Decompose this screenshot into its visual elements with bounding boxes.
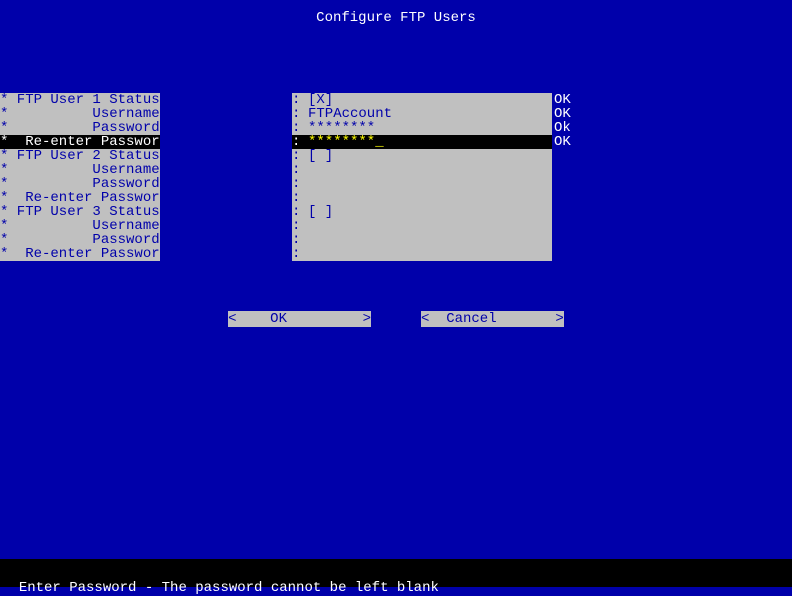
spacer bbox=[160, 177, 292, 191]
spacer bbox=[160, 93, 292, 107]
colon: : bbox=[292, 163, 304, 177]
form-row: * Username : bbox=[0, 219, 571, 233]
spacer bbox=[160, 149, 292, 163]
field-value[interactable]: ********_ bbox=[304, 135, 552, 149]
ok-button[interactable]: < OK > bbox=[228, 311, 371, 327]
field-value[interactable] bbox=[304, 219, 552, 233]
field-value[interactable]: [ ] bbox=[304, 205, 552, 219]
colon: : bbox=[292, 177, 304, 191]
spacer bbox=[160, 191, 292, 205]
form-row: * Re-enter Password : bbox=[0, 247, 571, 261]
field-label: * FTP User 2 Status bbox=[0, 149, 160, 163]
spacer bbox=[160, 107, 292, 121]
colon: : bbox=[292, 205, 304, 219]
field-status: OK bbox=[552, 107, 571, 121]
form-row: * FTP User 1 Status :[X]OK bbox=[0, 93, 571, 107]
field-value[interactable]: [X] bbox=[304, 93, 552, 107]
colon: : bbox=[292, 135, 304, 149]
form-row: * Re-enter Password :********_OK bbox=[0, 135, 571, 149]
spacer bbox=[160, 247, 292, 261]
field-status bbox=[552, 177, 554, 191]
colon: : bbox=[292, 247, 304, 261]
field-value[interactable] bbox=[304, 191, 552, 205]
field-label: * Re-enter Password bbox=[0, 191, 160, 205]
header: Configure FTP Users bbox=[0, 0, 792, 53]
colon: : bbox=[292, 219, 304, 233]
form-row: * Password :********Ok bbox=[0, 121, 571, 135]
spacer bbox=[160, 205, 292, 219]
field-label: * Username bbox=[0, 163, 160, 177]
field-status: Ok bbox=[552, 121, 571, 135]
field-status: OK bbox=[552, 93, 571, 107]
colon: : bbox=[292, 191, 304, 205]
spacer bbox=[160, 135, 292, 149]
status-bar: Enter Password - The password cannot be … bbox=[0, 559, 792, 587]
spacer bbox=[160, 163, 292, 177]
field-value[interactable]: FTPAccount bbox=[304, 107, 552, 121]
field-value[interactable]: ******** bbox=[304, 121, 552, 135]
field-label: * Re-enter Password bbox=[0, 247, 160, 261]
form-row: * Username : bbox=[0, 163, 571, 177]
field-label: * FTP User 3 Status bbox=[0, 205, 160, 219]
field-status bbox=[552, 163, 554, 177]
form-row: * Re-enter Password : bbox=[0, 191, 571, 205]
button-bar: < OK > < Cancel > bbox=[0, 311, 792, 327]
field-value[interactable]: [ ] bbox=[304, 149, 552, 163]
field-status bbox=[552, 191, 554, 205]
field-label: * Re-enter Password bbox=[0, 135, 160, 149]
form-row: * Password : bbox=[0, 233, 571, 247]
field-value[interactable] bbox=[304, 177, 552, 191]
field-label: * FTP User 1 Status bbox=[0, 93, 160, 107]
field-label: * Username bbox=[0, 107, 160, 121]
field-label: * Password bbox=[0, 121, 160, 135]
form-row: * Password : bbox=[0, 177, 571, 191]
colon: : bbox=[292, 93, 304, 107]
status-text: Enter Password - The password cannot be … bbox=[19, 580, 439, 596]
spacer bbox=[160, 219, 292, 233]
field-label: * Password bbox=[0, 177, 160, 191]
field-value[interactable] bbox=[304, 163, 552, 177]
spacer bbox=[160, 121, 292, 135]
form-row: * Username :FTPAccountOK bbox=[0, 107, 571, 121]
page-title: Configure FTP Users bbox=[316, 10, 476, 26]
field-label: * Password bbox=[0, 233, 160, 247]
form-row: * FTP User 2 Status :[ ] bbox=[0, 149, 571, 163]
colon: : bbox=[292, 149, 304, 163]
field-status bbox=[552, 219, 554, 233]
field-status bbox=[552, 205, 554, 219]
colon: : bbox=[292, 121, 304, 135]
field-value[interactable] bbox=[304, 247, 552, 261]
form-row: * FTP User 3 Status :[ ] bbox=[0, 205, 571, 219]
field-value[interactable] bbox=[304, 233, 552, 247]
field-status: OK bbox=[552, 135, 571, 149]
field-status bbox=[552, 233, 554, 247]
cancel-button[interactable]: < Cancel > bbox=[421, 311, 564, 327]
spacer bbox=[160, 233, 292, 247]
field-label: * Username bbox=[0, 219, 160, 233]
form-area: * FTP User 1 Status :[X]OK* Username :FT… bbox=[0, 53, 792, 261]
field-status bbox=[552, 247, 554, 261]
colon: : bbox=[292, 233, 304, 247]
colon: : bbox=[292, 107, 304, 121]
field-status bbox=[552, 149, 554, 163]
